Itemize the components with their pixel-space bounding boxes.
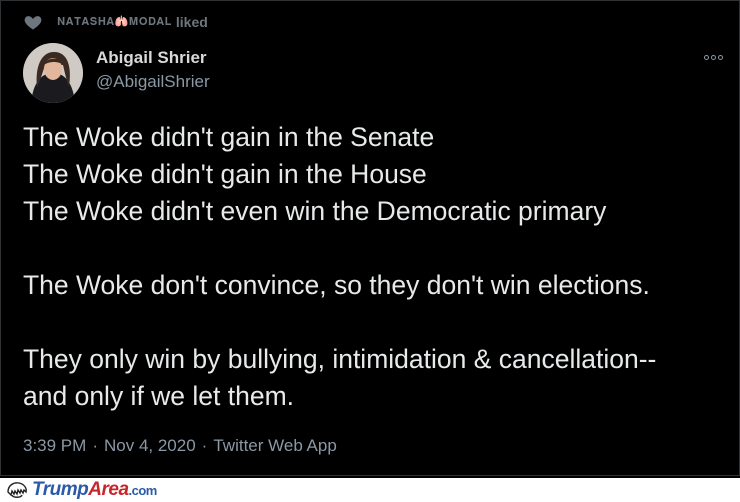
liked-label: liked <box>175 14 208 30</box>
tweet-line: The Woke didn't gain in the House <box>23 159 427 189</box>
tweet-line: The Woke don't convince, so they don't w… <box>23 270 650 300</box>
tweet-line: They only win by bullying, intimidation … <box>23 344 657 374</box>
watermark-text: TrumpArea.com <box>32 479 157 501</box>
separator: · <box>201 436 208 455</box>
tweet-source[interactable]: Twitter Web App <box>213 436 336 456</box>
liker-name[interactable]: 𝐍𝐀𝐓𝐀𝐒𝐇𝐀🫁𝐌𝐎𝐃𝐀𝐋 <box>57 15 172 29</box>
tweet-line: The Woke didn't gain in the Senate <box>23 122 435 152</box>
tweet-card[interactable]: 𝐍𝐀𝐓𝐀𝐒𝐇𝐀🫁𝐌𝐎𝐃𝐀𝐋 liked Abigail Shrier @Abig… <box>0 0 740 476</box>
watermark-bar: TrumpArea.com <box>0 478 740 502</box>
watermark-area: Area <box>88 479 129 500</box>
social-context: 𝐍𝐀𝐓𝐀𝐒𝐇𝐀🫁𝐌𝐎𝐃𝐀𝐋 liked <box>23 11 208 33</box>
dot-icon <box>703 54 709 60</box>
tweet-line: The Woke didn't even win the Democratic … <box>23 196 607 226</box>
avatar[interactable] <box>23 43 83 103</box>
tweet-metadata: 3:39 PM · Nov 4, 2020 · Twitter Web App <box>23 436 337 456</box>
author-handle[interactable]: @AbigailShrier <box>96 72 210 92</box>
watermark-com: .com <box>128 483 158 498</box>
trump-hair-logo-icon <box>7 482 27 498</box>
tweet-text: The Woke didn't gain in the Senate The W… <box>23 119 723 415</box>
heart-icon <box>24 16 42 30</box>
separator: · <box>92 436 98 455</box>
dot-icon <box>717 54 723 60</box>
more-options-icon[interactable] <box>701 51 725 63</box>
dot-icon <box>710 54 716 60</box>
tweet-time[interactable]: 3:39 PM <box>23 436 86 456</box>
tweet-line: and only if we let them. <box>23 381 295 411</box>
avatar-image <box>23 43 83 103</box>
author-name[interactable]: Abigail Shrier <box>96 48 207 68</box>
tweet-date[interactable]: Nov 4, 2020 <box>104 436 196 456</box>
watermark-trump: Trump <box>32 479 89 500</box>
